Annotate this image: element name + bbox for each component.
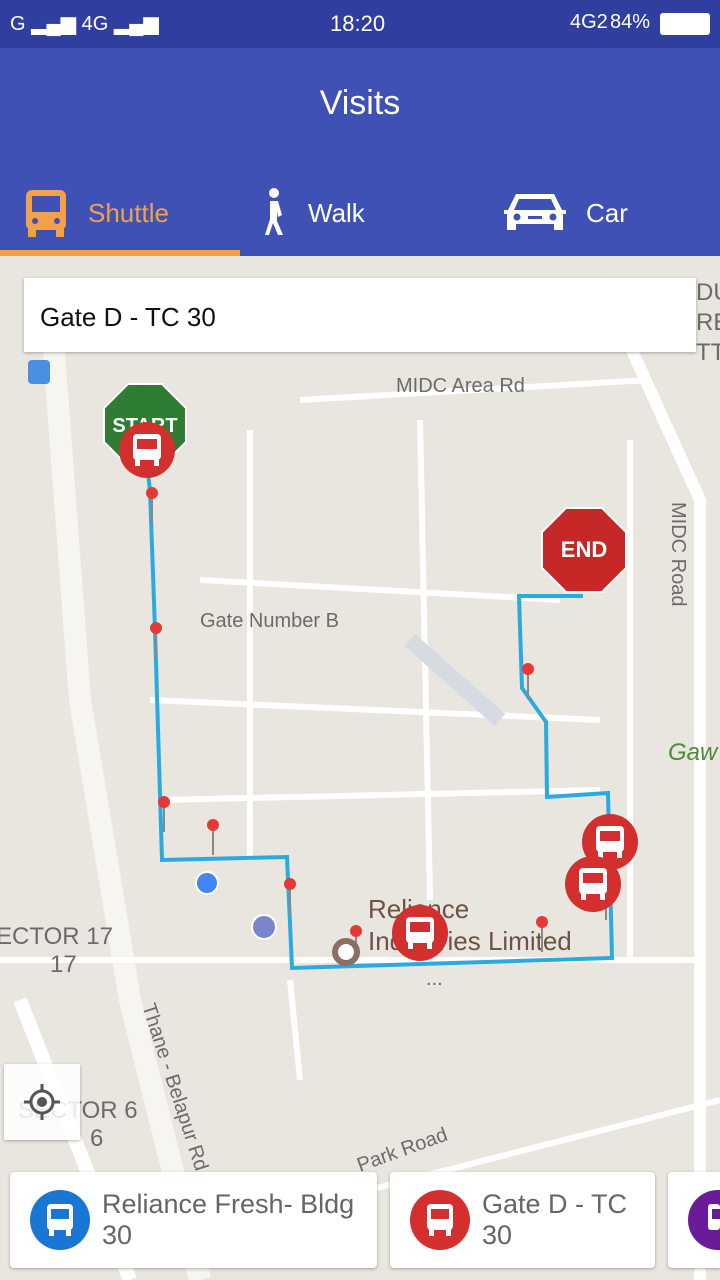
- map-label: MIDC Area Rd: [396, 375, 525, 397]
- bus-stop-marker[interactable]: [392, 905, 448, 961]
- map-label: 6: [90, 1125, 103, 1152]
- network-indicator: 4G2: [570, 11, 608, 33]
- location-search-field[interactable]: Gate D - TC 30: [24, 278, 696, 352]
- current-location-dot: [195, 871, 219, 895]
- tab-label: Walk: [308, 197, 365, 228]
- page-title: Visits: [319, 84, 401, 122]
- clock: 18:20: [330, 11, 386, 36]
- map-label: DU: [696, 279, 720, 306]
- train-station-icon: [28, 360, 50, 384]
- end-label: END: [561, 537, 607, 562]
- map-label: Gaw: [668, 739, 719, 766]
- map-label: ECTOR 17: [0, 923, 113, 950]
- map-label: RE: [696, 309, 720, 336]
- end-sign: END: [541, 507, 627, 593]
- battery-icon: [660, 13, 710, 35]
- bus-icon: [30, 1190, 90, 1250]
- battery-percent: 84%: [610, 11, 651, 33]
- map-label: 17: [50, 951, 77, 978]
- stop-card[interactable]: Gate D - TC 30: [390, 1172, 655, 1268]
- tab-label: Shuttle: [88, 197, 169, 228]
- app-bar: Visits Shuttle Walk Car: [0, 48, 720, 256]
- walk-icon: [265, 188, 283, 235]
- tab-car[interactable]: Car: [504, 178, 628, 248]
- map-label: ...: [426, 968, 443, 990]
- crosshair-icon: [24, 1084, 60, 1120]
- bus-stop-marker[interactable]: [565, 856, 621, 912]
- my-location-button[interactable]: [4, 1064, 80, 1140]
- car-icon: [504, 194, 566, 230]
- stop-name: Gate D - TC 30: [482, 1189, 628, 1250]
- stop-card[interactable]: [668, 1172, 720, 1268]
- stop-name: Reliance Fresh- Bldg 30: [102, 1189, 355, 1250]
- status-bar: G ▂▄▆ 4G ▂▄▆ 18:20 4G2 84%: [0, 0, 720, 48]
- bus-stop-marker[interactable]: [119, 422, 175, 478]
- map-label: Gate Number B: [200, 610, 339, 632]
- bus-icon: [26, 190, 66, 237]
- bus-icon: [688, 1190, 720, 1250]
- bus-icon: [410, 1190, 470, 1250]
- map-label: TT: [696, 339, 720, 366]
- map[interactable]: MIDC Area Rd Gate Number B MIDC Road Gaw…: [0, 256, 720, 1280]
- place-marker[interactable]: [332, 938, 360, 966]
- tab-label: Car: [586, 197, 628, 228]
- map-label: MIDC Road: [667, 502, 689, 606]
- tab-walk[interactable]: Walk: [262, 178, 365, 248]
- tab-shuttle[interactable]: Shuttle: [24, 178, 169, 248]
- poi-icon: [251, 914, 277, 940]
- stop-card[interactable]: Reliance Fresh- Bldg 30: [10, 1172, 377, 1268]
- signal-indicators: G ▂▄▆ 4G ▂▄▆: [10, 13, 159, 35]
